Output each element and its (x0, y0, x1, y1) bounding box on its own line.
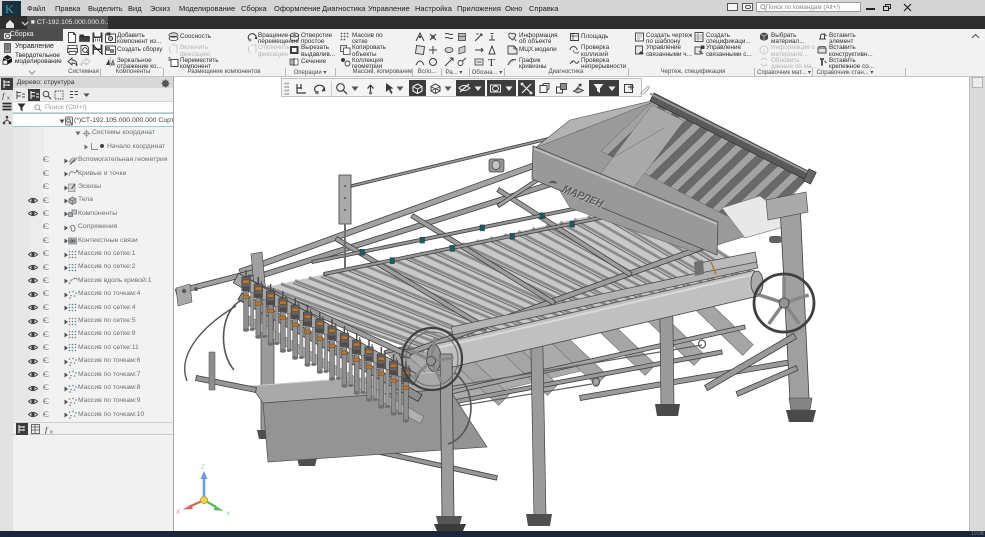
svg-text:x: x (50, 430, 53, 435)
svg-text:x: x (7, 96, 10, 101)
svg-text:K: K (5, 2, 14, 15)
svg-text:f: f (45, 425, 49, 435)
svg-text:f: f (2, 91, 6, 101)
svg-text:Z: Z (201, 464, 205, 471)
svg-text:T: T (488, 57, 495, 67)
svg-text:X: X (176, 509, 181, 516)
svg-text:Y: Y (226, 511, 231, 518)
